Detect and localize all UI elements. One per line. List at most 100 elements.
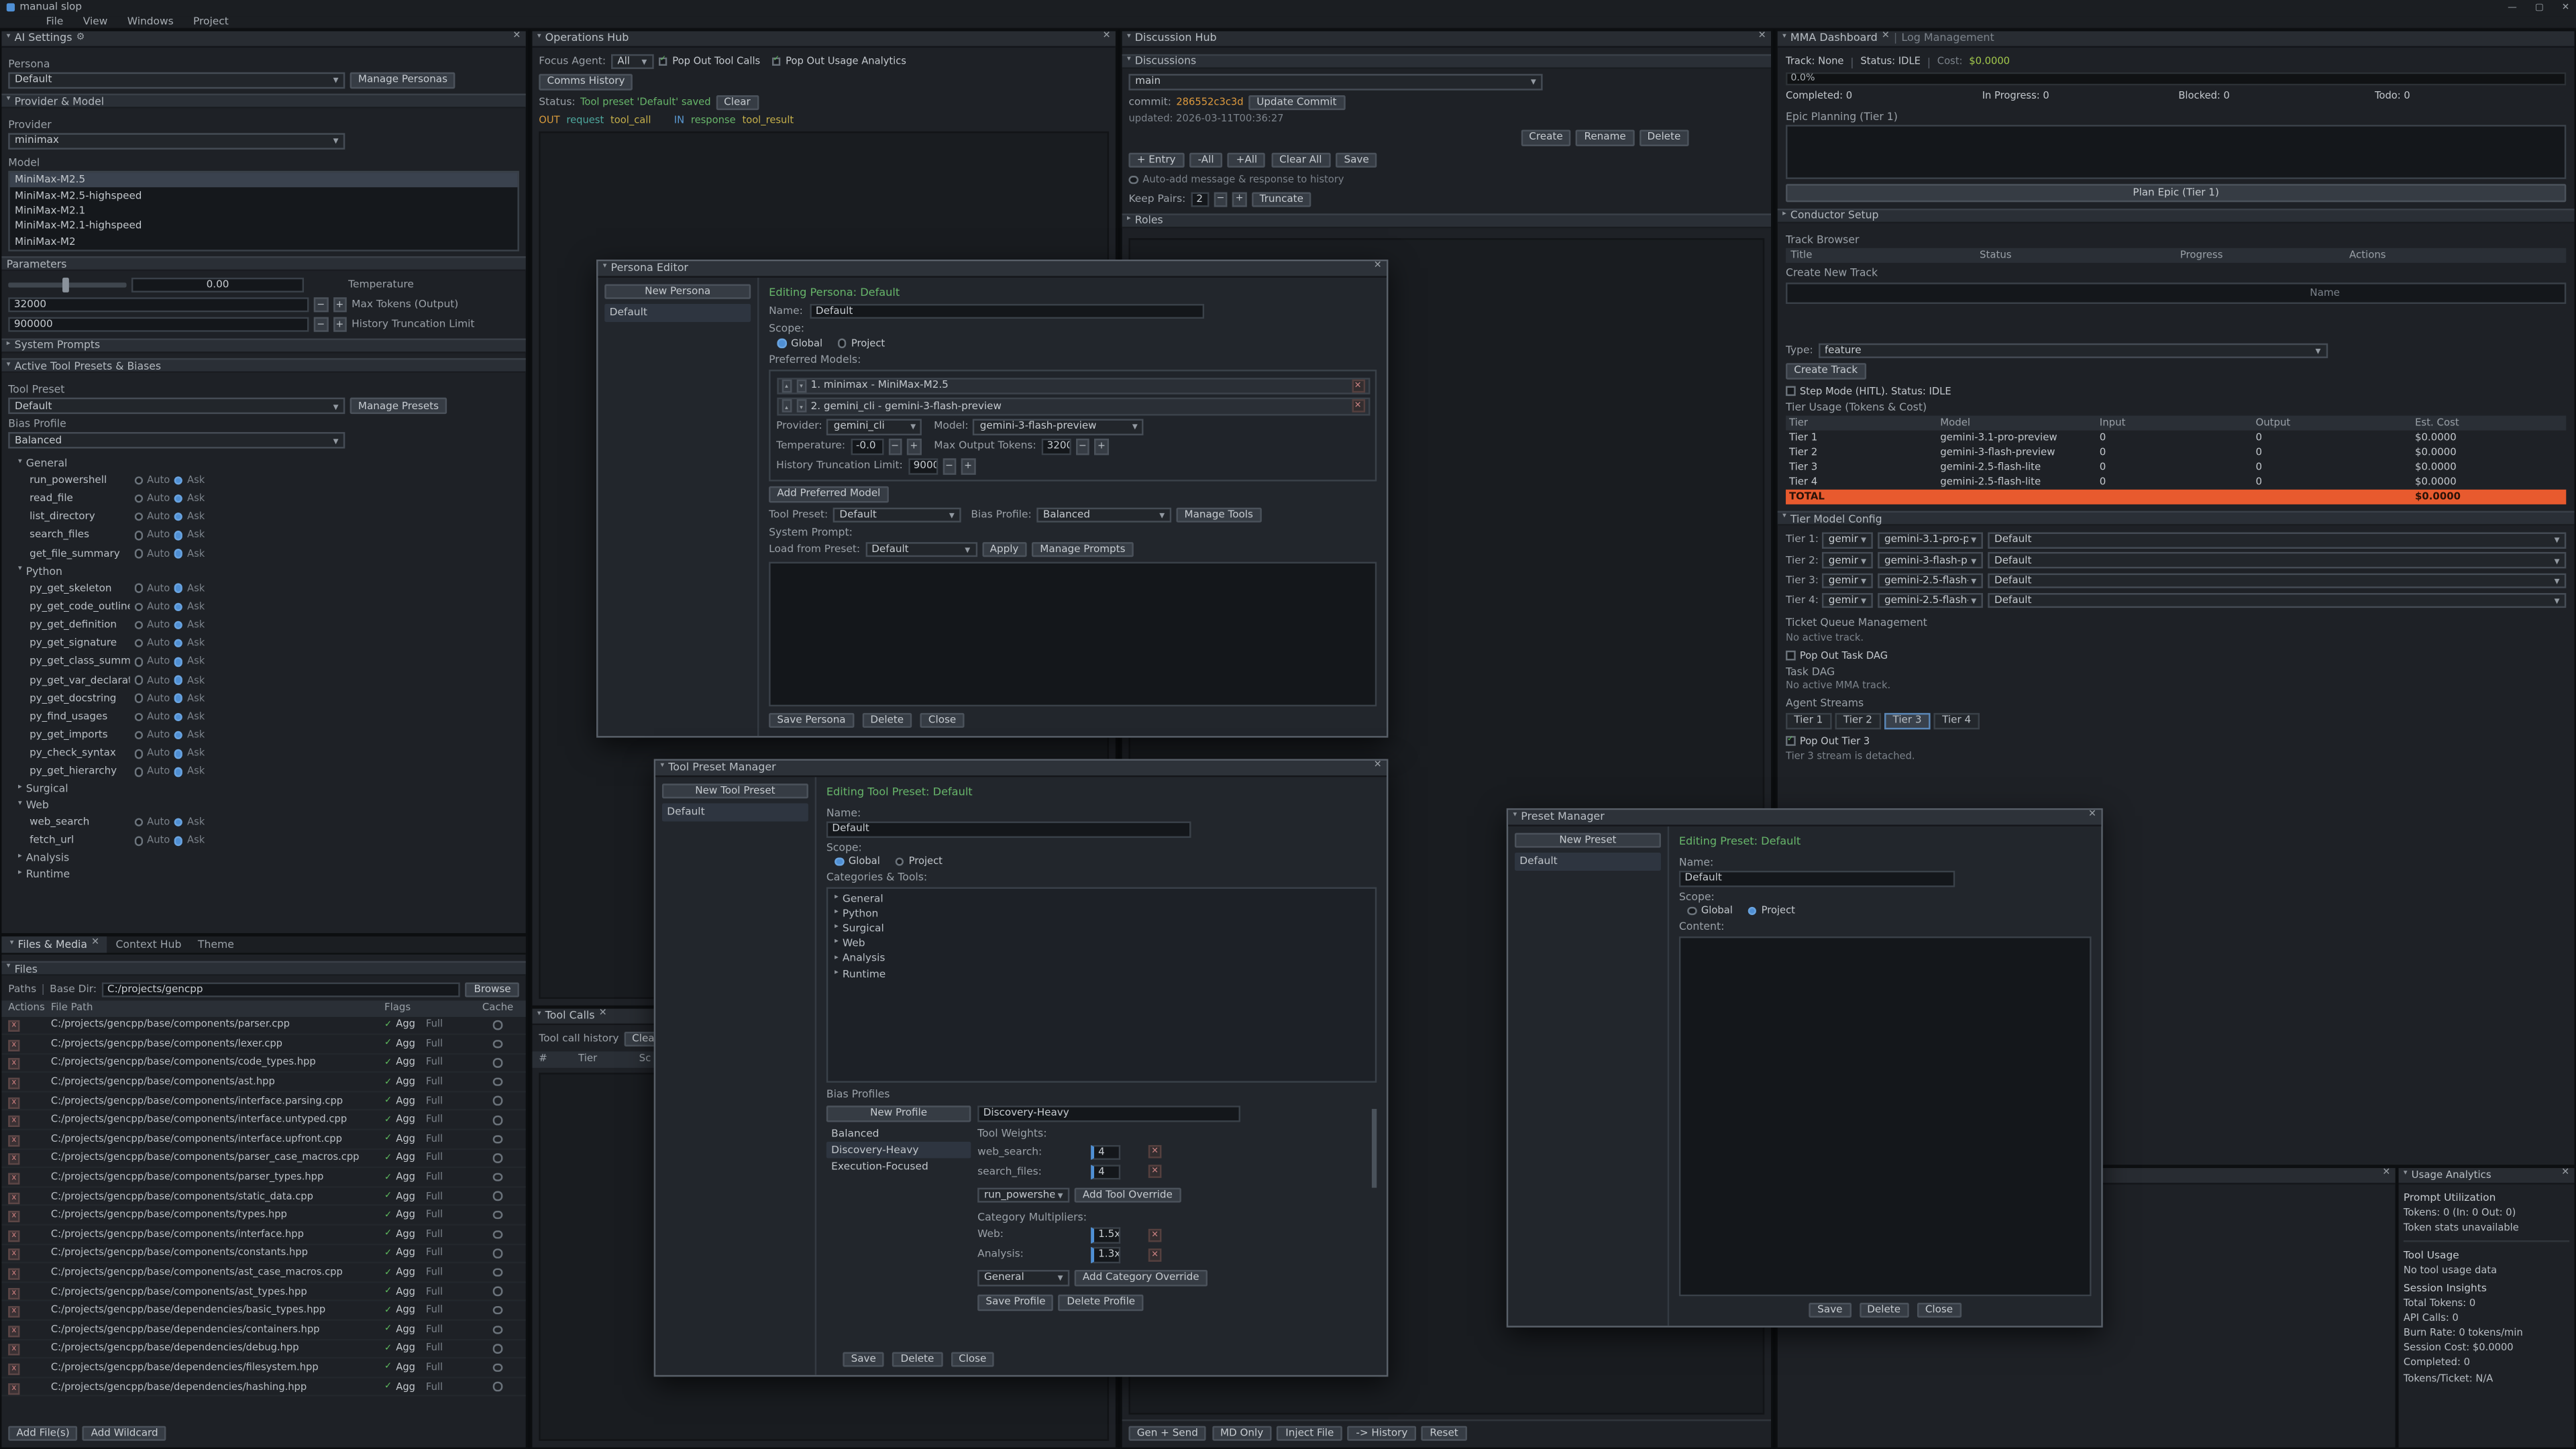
chevron-right-icon[interactable] bbox=[835, 955, 839, 963]
ask-radio[interactable] bbox=[174, 531, 182, 539]
remove-file-button[interactable] bbox=[8, 1059, 19, 1070]
full-toggle[interactable]: Full bbox=[426, 1286, 443, 1297]
increment-button[interactable] bbox=[333, 297, 347, 313]
ask-radio[interactable] bbox=[174, 731, 182, 739]
ask-radio[interactable] bbox=[174, 712, 182, 721]
focus-agent-select[interactable]: All bbox=[610, 54, 653, 69]
decrement-button[interactable] bbox=[1075, 439, 1089, 454]
temperature-input[interactable]: 0.00 bbox=[131, 278, 304, 293]
remove-file-button[interactable] bbox=[8, 1249, 19, 1260]
stream-tab[interactable]: Tier 3 bbox=[1884, 712, 1930, 729]
full-toggle[interactable]: Full bbox=[426, 1095, 443, 1107]
weight-input[interactable]: 4 bbox=[1091, 1164, 1120, 1179]
auto-radio[interactable] bbox=[134, 494, 143, 503]
tab-theme[interactable]: Theme bbox=[190, 936, 242, 953]
remove-file-button[interactable] bbox=[8, 1269, 19, 1280]
cache-indicator[interactable] bbox=[493, 1363, 502, 1372]
close-icon[interactable] bbox=[599, 1011, 607, 1020]
new-preset-button[interactable]: New Preset bbox=[1515, 832, 1661, 847]
track-name-input[interactable]: Name bbox=[1786, 282, 2566, 303]
auto-radio[interactable] bbox=[134, 694, 143, 703]
manage-presets-button[interactable]: Manage Presets bbox=[350, 398, 447, 414]
close-icon[interactable] bbox=[1758, 34, 1766, 43]
add-preferred-model-button[interactable]: Add Preferred Model bbox=[769, 486, 889, 502]
gear-icon[interactable] bbox=[76, 34, 85, 44]
bias-profile-item[interactable]: Discovery-Heavy bbox=[826, 1142, 971, 1158]
auto-radio[interactable] bbox=[134, 818, 143, 827]
scope-global-radio[interactable] bbox=[835, 857, 843, 866]
discussion-toolbar-button[interactable]: Save bbox=[1336, 152, 1377, 168]
stream-tab[interactable]: Tier 1 bbox=[1786, 712, 1831, 729]
cache-indicator[interactable] bbox=[493, 1249, 502, 1258]
bias-profile-item[interactable]: Balanced bbox=[826, 1126, 971, 1142]
close-icon[interactable] bbox=[2382, 1171, 2390, 1180]
add-wildcard-button[interactable]: Add Wildcard bbox=[83, 1425, 166, 1440]
persona-editor-titlebar[interactable]: Persona Editor bbox=[598, 261, 1387, 276]
decrement-button[interactable] bbox=[1214, 191, 1228, 207]
tool-preset-select[interactable]: Default bbox=[833, 507, 961, 523]
tab-files-media[interactable]: Files & Media bbox=[1, 936, 107, 953]
remove-multiplier-button[interactable] bbox=[1148, 1248, 1162, 1262]
epic-planning-textarea[interactable] bbox=[1786, 125, 2566, 179]
save-persona-button[interactable]: Save Persona bbox=[769, 712, 854, 728]
full-toggle[interactable]: Full bbox=[426, 1191, 443, 1202]
composer-button[interactable]: MD Only bbox=[1212, 1425, 1272, 1440]
preset-manager-titlebar[interactable]: Preset Manager bbox=[1508, 810, 2101, 825]
cache-indicator[interactable] bbox=[493, 1211, 502, 1220]
load-preset-select[interactable]: Default bbox=[865, 541, 977, 557]
remove-file-button[interactable] bbox=[8, 1173, 19, 1185]
agg-checkbox[interactable] bbox=[384, 1362, 392, 1373]
stream-tab[interactable]: Tier 4 bbox=[1934, 712, 1980, 729]
agg-checkbox[interactable] bbox=[384, 1382, 392, 1392]
menu-item[interactable]: Windows bbox=[117, 16, 183, 28]
cache-indicator[interactable] bbox=[493, 1134, 502, 1143]
remove-file-button[interactable] bbox=[8, 1021, 19, 1032]
full-toggle[interactable]: Full bbox=[426, 1381, 443, 1393]
category-tree-item[interactable]: Web bbox=[828, 936, 1375, 952]
tier-model-select[interactable]: gemini-2.5-flash-lite bbox=[1878, 573, 1983, 588]
comms-history-button[interactable]: Comms History bbox=[539, 74, 633, 89]
decrement-button[interactable] bbox=[943, 458, 957, 474]
full-toggle[interactable]: Full bbox=[426, 1171, 443, 1183]
chevron-down-icon[interactable] bbox=[2404, 1171, 2408, 1179]
pop-out-tier3-checkbox[interactable] bbox=[1786, 737, 1794, 745]
cache-indicator[interactable] bbox=[493, 1191, 502, 1200]
auto-radio[interactable] bbox=[134, 837, 143, 845]
full-toggle[interactable]: Full bbox=[426, 1248, 443, 1259]
truncate-button[interactable]: Truncate bbox=[1251, 191, 1311, 207]
discussions-section[interactable]: Discussions bbox=[1122, 54, 1771, 68]
roles-section[interactable]: Roles bbox=[1122, 213, 1771, 227]
decrement-button[interactable] bbox=[888, 439, 902, 454]
close-dialog-button[interactable]: Close bbox=[951, 1351, 995, 1366]
close-dialog-button[interactable]: Close bbox=[1917, 1302, 1962, 1318]
step-mode-checkbox[interactable] bbox=[1786, 386, 1794, 395]
composer-button[interactable]: Inject File bbox=[1277, 1425, 1342, 1440]
content-textarea[interactable] bbox=[1679, 936, 2092, 1295]
full-toggle[interactable]: Full bbox=[426, 1228, 443, 1240]
remove-file-button[interactable] bbox=[8, 1211, 19, 1222]
multiplier-input[interactable]: 1.3x bbox=[1091, 1247, 1120, 1263]
add-tool-override-button[interactable]: Add Tool Override bbox=[1075, 1187, 1181, 1202]
agg-checkbox[interactable] bbox=[384, 1096, 392, 1106]
ask-radio[interactable] bbox=[174, 513, 182, 521]
tier-model-config-section[interactable]: Tier Model Config bbox=[1778, 511, 2575, 526]
chevron-right-icon[interactable] bbox=[835, 971, 839, 978]
stream-tab[interactable]: Tier 2 bbox=[1835, 712, 1881, 729]
close-icon[interactable] bbox=[2088, 812, 2096, 822]
conductor-setup-section[interactable]: Conductor Setup bbox=[1778, 208, 2575, 223]
browse-button[interactable]: Browse bbox=[466, 981, 519, 997]
maximize-button[interactable]: ▢ bbox=[2535, 3, 2544, 13]
full-toggle[interactable]: Full bbox=[426, 1362, 443, 1373]
ask-radio[interactable] bbox=[174, 584, 182, 592]
tier-model-select[interactable]: gemini-3-flash-preview bbox=[1878, 553, 1983, 568]
category-override-select[interactable]: General bbox=[977, 1270, 1069, 1285]
tool-section-analysis[interactable]: Analysis bbox=[8, 850, 519, 866]
temperature-input[interactable]: -0.0 bbox=[850, 439, 883, 454]
cache-indicator[interactable] bbox=[493, 1077, 502, 1086]
delete-button[interactable]: Delete bbox=[892, 1351, 942, 1366]
agg-checkbox[interactable] bbox=[384, 1267, 392, 1277]
apply-button[interactable]: Apply bbox=[981, 541, 1026, 557]
cache-indicator[interactable] bbox=[493, 1039, 502, 1048]
agg-checkbox[interactable] bbox=[384, 1172, 392, 1182]
tab-log-management[interactable]: Log Management bbox=[1901, 32, 1994, 45]
